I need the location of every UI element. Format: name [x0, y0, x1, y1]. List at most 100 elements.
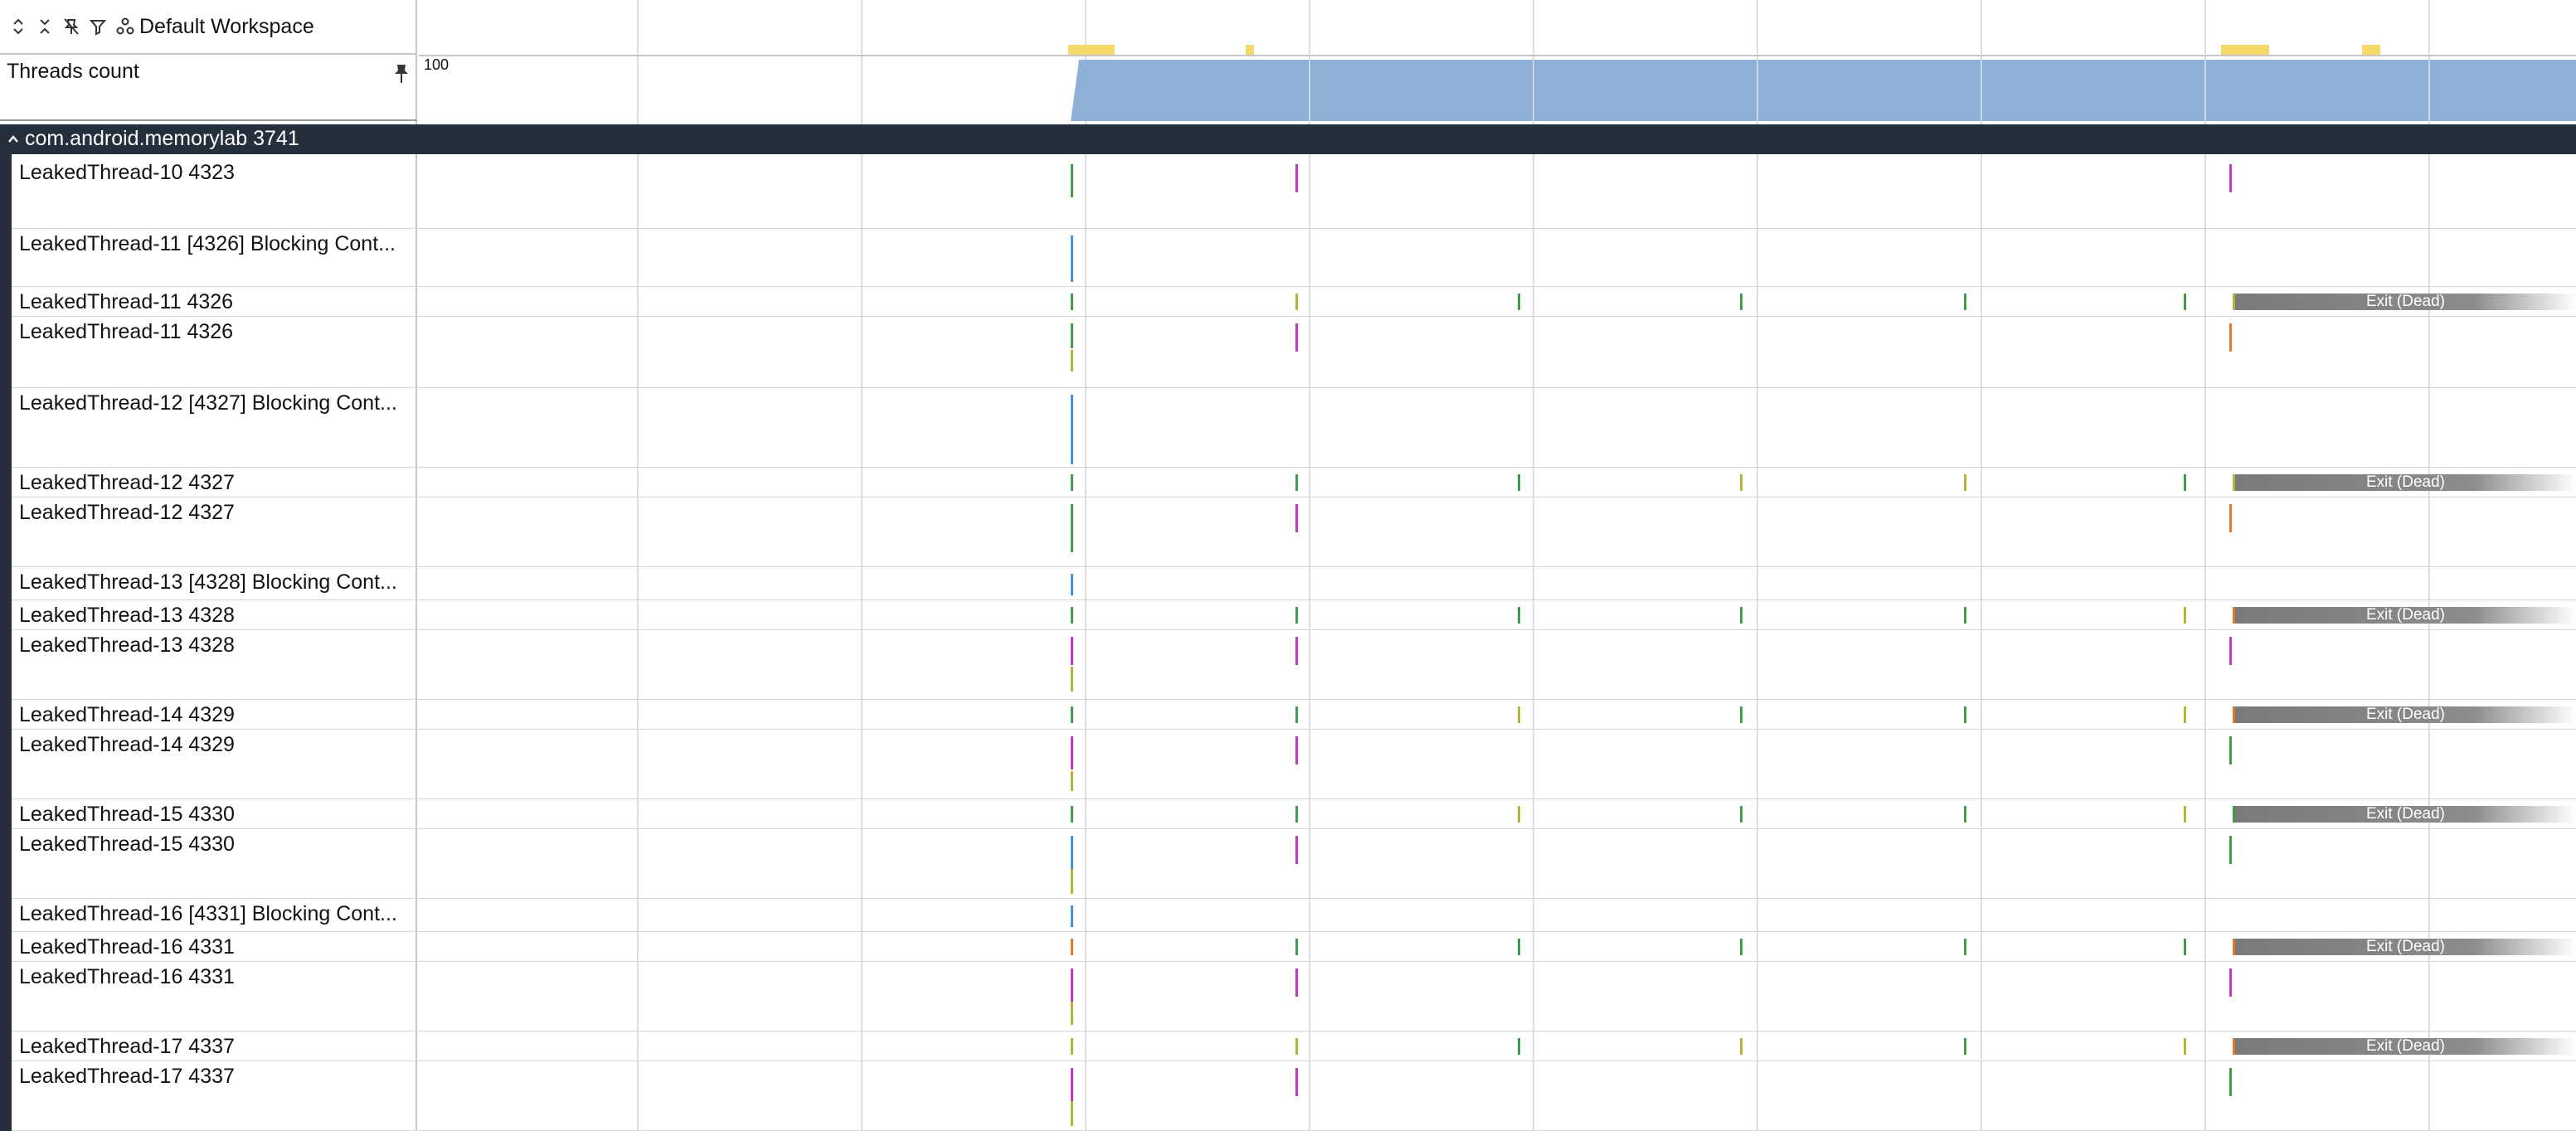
thread-slice[interactable]	[1071, 637, 1073, 665]
thread-state-dead[interactable]: Exit (Dead)	[2235, 1037, 2576, 1055]
thread-slice[interactable]	[1518, 474, 1520, 491]
thread-slice[interactable]	[1071, 905, 1073, 927]
chevron-up-icon[interactable]	[7, 133, 20, 145]
thread-slice[interactable]	[2229, 836, 2232, 864]
thread-slice[interactable]	[1071, 1101, 1073, 1126]
thread-slice[interactable]	[1071, 836, 1073, 869]
thread-slice[interactable]	[1071, 474, 1073, 491]
thread-slice[interactable]	[1295, 607, 1298, 624]
filter-icon[interactable]	[90, 17, 106, 36]
thread-slice[interactable]	[2184, 607, 2186, 624]
ruler-marker[interactable]	[2362, 45, 2380, 55]
thread-slice[interactable]	[1740, 939, 1742, 955]
pin-icon[interactable]	[392, 63, 411, 85]
expand-all-icon[interactable]	[10, 17, 27, 36]
thread-track-label[interactable]: LeakedThread-12 4327	[19, 501, 235, 525]
thread-slice[interactable]	[1071, 1002, 1073, 1025]
thread-slice[interactable]	[1964, 806, 1966, 823]
thread-slice[interactable]	[1071, 1038, 1073, 1055]
thread-slice[interactable]	[1740, 607, 1742, 624]
thread-slice[interactable]	[1964, 474, 1966, 491]
thread-track-label[interactable]: LeakedThread-14 4329	[19, 703, 235, 727]
thread-track-label[interactable]: LeakedThread-15 4330	[19, 832, 235, 857]
thread-slice[interactable]	[1071, 395, 1073, 464]
thread-slice[interactable]	[1518, 294, 1520, 310]
thread-slice[interactable]	[1518, 706, 1520, 723]
thread-slice[interactable]	[2229, 164, 2232, 192]
thread-track-label[interactable]: LeakedThread-10 4323	[19, 161, 235, 185]
thread-track-label[interactable]: LeakedThread-12 4327	[19, 471, 235, 495]
thread-slice[interactable]	[1740, 294, 1742, 310]
thread-slice[interactable]	[2229, 1068, 2232, 1096]
thread-slice[interactable]	[1295, 939, 1298, 955]
thread-slice[interactable]	[1518, 939, 1520, 955]
thread-state-dead[interactable]: Exit (Dead)	[2235, 938, 2576, 955]
thread-slice[interactable]	[1071, 235, 1073, 282]
thread-state-dead[interactable]: Exit (Dead)	[2235, 606, 2576, 624]
thread-slice[interactable]	[1071, 504, 1073, 552]
thread-slice[interactable]	[1071, 736, 1073, 769]
thread-slice[interactable]	[1740, 1038, 1742, 1055]
thread-slice[interactable]	[1071, 771, 1073, 791]
thread-state-dead[interactable]: Exit (Dead)	[2235, 473, 2576, 491]
process-group-header[interactable]: com.android.memorylab 3741	[0, 124, 2576, 154]
thread-slice[interactable]	[2184, 706, 2186, 723]
thread-slice[interactable]	[2229, 968, 2232, 997]
thread-slice[interactable]	[1740, 706, 1742, 723]
thread-track-label[interactable]: LeakedThread-11 4326	[19, 290, 233, 314]
thread-slice[interactable]	[1964, 607, 1966, 624]
thread-slice[interactable]	[1740, 474, 1742, 491]
thread-slice[interactable]	[1071, 323, 1073, 348]
thread-slice[interactable]	[1071, 607, 1073, 624]
thread-track-label[interactable]: LeakedThread-16 4331	[19, 965, 235, 989]
thread-slice[interactable]	[2184, 806, 2186, 823]
thread-slice[interactable]	[1071, 350, 1073, 371]
thread-slice[interactable]	[1071, 294, 1073, 310]
thread-slice[interactable]	[1071, 667, 1073, 692]
thread-slice[interactable]	[1740, 806, 1742, 823]
thread-state-dead[interactable]: Exit (Dead)	[2235, 805, 2576, 823]
thread-slice[interactable]	[2229, 504, 2232, 532]
thread-slice[interactable]	[1295, 164, 1298, 192]
thread-state-dead[interactable]: Exit (Dead)	[2235, 293, 2576, 310]
ruler-marker[interactable]	[2221, 45, 2269, 55]
thread-slice[interactable]	[1071, 939, 1073, 955]
thread-slice[interactable]	[2229, 736, 2232, 765]
ruler-marker[interactable]	[1068, 45, 1115, 55]
ruler-marker[interactable]	[1246, 45, 1254, 55]
thread-slice[interactable]	[1071, 1068, 1073, 1101]
thread-slice[interactable]	[1071, 164, 1073, 197]
thread-track-label[interactable]: LeakedThread-11 [4326] Blocking Cont...	[19, 232, 396, 256]
workspace-selector[interactable]: Default Workspace	[116, 15, 314, 39]
thread-state-dead[interactable]: Exit (Dead)	[2235, 706, 2576, 723]
thread-track-label[interactable]: LeakedThread-13 [4328] Blocking Cont...	[19, 570, 397, 595]
thread-track-label[interactable]: LeakedThread-14 4329	[19, 733, 235, 757]
collapse-all-icon[interactable]	[36, 17, 53, 36]
thread-slice[interactable]	[1295, 968, 1298, 997]
thread-track-label[interactable]: LeakedThread-15 4330	[19, 803, 235, 827]
thread-slice[interactable]	[1295, 323, 1298, 352]
thread-track-label[interactable]: LeakedThread-16 4331	[19, 935, 235, 959]
thread-slice[interactable]	[2184, 474, 2186, 491]
thread-slice[interactable]	[1071, 574, 1073, 595]
thread-slice[interactable]	[1295, 806, 1298, 823]
thread-track-label[interactable]: LeakedThread-17 4337	[19, 1065, 235, 1089]
thread-slice[interactable]	[1518, 1038, 1520, 1055]
thread-slice[interactable]	[1071, 806, 1073, 823]
threads-count-counter[interactable]: 100	[419, 56, 2576, 121]
thread-slice[interactable]	[1295, 706, 1298, 723]
thread-slice[interactable]	[1071, 869, 1073, 894]
unpin-icon[interactable]	[63, 17, 80, 36]
thread-slice[interactable]	[1964, 294, 1966, 310]
thread-track-label[interactable]: LeakedThread-16 [4331] Blocking Cont...	[19, 902, 397, 926]
thread-slice[interactable]	[2184, 294, 2186, 310]
thread-slice[interactable]	[1071, 968, 1073, 1002]
thread-slice[interactable]	[1295, 294, 1298, 310]
thread-slice[interactable]	[1071, 706, 1073, 723]
thread-slice[interactable]	[1518, 607, 1520, 624]
thread-track-label[interactable]: LeakedThread-11 4326	[19, 320, 233, 344]
thread-slice[interactable]	[1295, 504, 1298, 532]
thread-slice[interactable]	[1964, 1038, 1966, 1055]
pinned-track-threads-count[interactable]: Threads count	[0, 56, 417, 121]
thread-slice[interactable]	[1295, 1038, 1298, 1055]
